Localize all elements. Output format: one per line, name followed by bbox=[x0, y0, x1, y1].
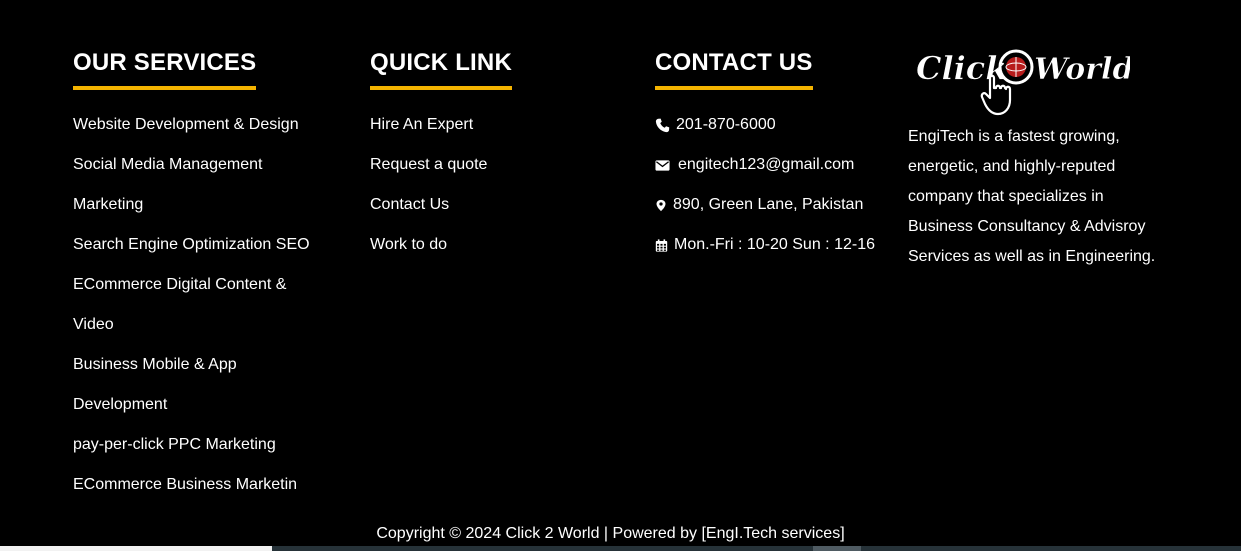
list-item[interactable]: Contact Us bbox=[370, 185, 620, 225]
about-column: Click World EngiTech is a fastest growin… bbox=[908, 44, 1178, 272]
quick-link-request-quote[interactable]: Request a quote bbox=[370, 156, 487, 173]
service-link[interactable]: ECommerce Business Marketin bbox=[73, 476, 297, 493]
scrollbar-segment bbox=[0, 546, 272, 551]
list-item[interactable]: Request a quote bbox=[370, 145, 620, 185]
services-column: OUR SERVICES Website Development & Desig… bbox=[73, 48, 353, 505]
contact-email[interactable]: engitech123@gmail.com bbox=[655, 145, 895, 185]
phone-icon bbox=[655, 118, 670, 132]
services-list: Website Development & Design Social Medi… bbox=[73, 105, 353, 505]
email-address: engitech123@gmail.com bbox=[678, 156, 855, 173]
about-description: EngiTech is a fastest growing, energetic… bbox=[908, 128, 1156, 265]
contact-hours: Mon.-Fri : 10-20 Sun : 12-16 bbox=[655, 225, 895, 265]
svg-text:World: World bbox=[1034, 52, 1130, 87]
list-item[interactable]: Work to do bbox=[370, 225, 620, 265]
service-link[interactable]: Social Media Management bbox=[73, 156, 262, 173]
contact-column: CONTACT US 201-870-6000 engitech123@gmai… bbox=[655, 48, 895, 265]
service-link[interactable]: Marketing bbox=[73, 196, 143, 213]
list-item[interactable]: ECommerce Digital Content & bbox=[73, 265, 353, 305]
list-item[interactable]: Hire An Expert bbox=[370, 105, 620, 145]
service-link[interactable]: Business Mobile & App bbox=[73, 356, 237, 373]
service-link[interactable]: Development bbox=[73, 396, 167, 413]
contact-heading: CONTACT US bbox=[655, 48, 813, 90]
list-item[interactable]: Business Mobile & App bbox=[73, 345, 353, 385]
hours-text: Mon.-Fri : 10-20 Sun : 12-16 bbox=[674, 236, 875, 253]
list-item[interactable]: Website Development & Design bbox=[73, 105, 353, 145]
list-item[interactable]: Search Engine Optimization SEO bbox=[73, 225, 353, 265]
address-text: 890, Green Lane, Pakistan bbox=[673, 196, 864, 213]
contact-list: 201-870-6000 engitech123@gmail.com 890, … bbox=[655, 105, 895, 265]
quick-links-list: Hire An Expert Request a quote Contact U… bbox=[370, 105, 620, 265]
click-2-world-logo[interactable]: Click World bbox=[910, 44, 1130, 120]
list-item[interactable]: Social Media Management bbox=[73, 145, 353, 185]
map-marker-icon bbox=[656, 199, 666, 211]
list-item[interactable]: ECommerce Business Marketin bbox=[73, 465, 353, 505]
envelope-icon bbox=[655, 159, 670, 171]
quick-link-contact-us[interactable]: Contact Us bbox=[370, 196, 449, 213]
list-item[interactable]: Video bbox=[73, 305, 353, 345]
calendar-icon bbox=[655, 238, 668, 252]
quick-links-column: QUICK LINK Hire An Expert Request a quot… bbox=[370, 48, 620, 265]
quick-links-heading: QUICK LINK bbox=[370, 48, 512, 90]
copyright-text: Copyright © 2024 Click 2 World | Powered… bbox=[376, 525, 845, 542]
service-link[interactable]: Search Engine Optimization SEO bbox=[73, 236, 310, 253]
services-heading: OUR SERVICES bbox=[73, 48, 257, 90]
list-item[interactable]: Marketing bbox=[73, 185, 353, 225]
service-link[interactable]: pay-per-click PPC Marketing bbox=[73, 436, 276, 453]
list-item[interactable]: Development bbox=[73, 385, 353, 425]
phone-number: 201-870-6000 bbox=[676, 116, 776, 133]
contact-phone[interactable]: 201-870-6000 bbox=[655, 105, 895, 145]
service-link[interactable]: ECommerce Digital Content & bbox=[73, 276, 286, 293]
service-link[interactable]: Video bbox=[73, 316, 114, 333]
list-item[interactable]: pay-per-click PPC Marketing bbox=[73, 425, 353, 465]
quick-link-work-to-do[interactable]: Work to do bbox=[370, 236, 447, 253]
quick-link-hire-expert[interactable]: Hire An Expert bbox=[370, 116, 473, 133]
horizontal-scrollbar-thumb[interactable] bbox=[813, 546, 861, 551]
service-link[interactable]: Website Development & Design bbox=[73, 116, 299, 133]
contact-address: 890, Green Lane, Pakistan bbox=[655, 185, 895, 225]
